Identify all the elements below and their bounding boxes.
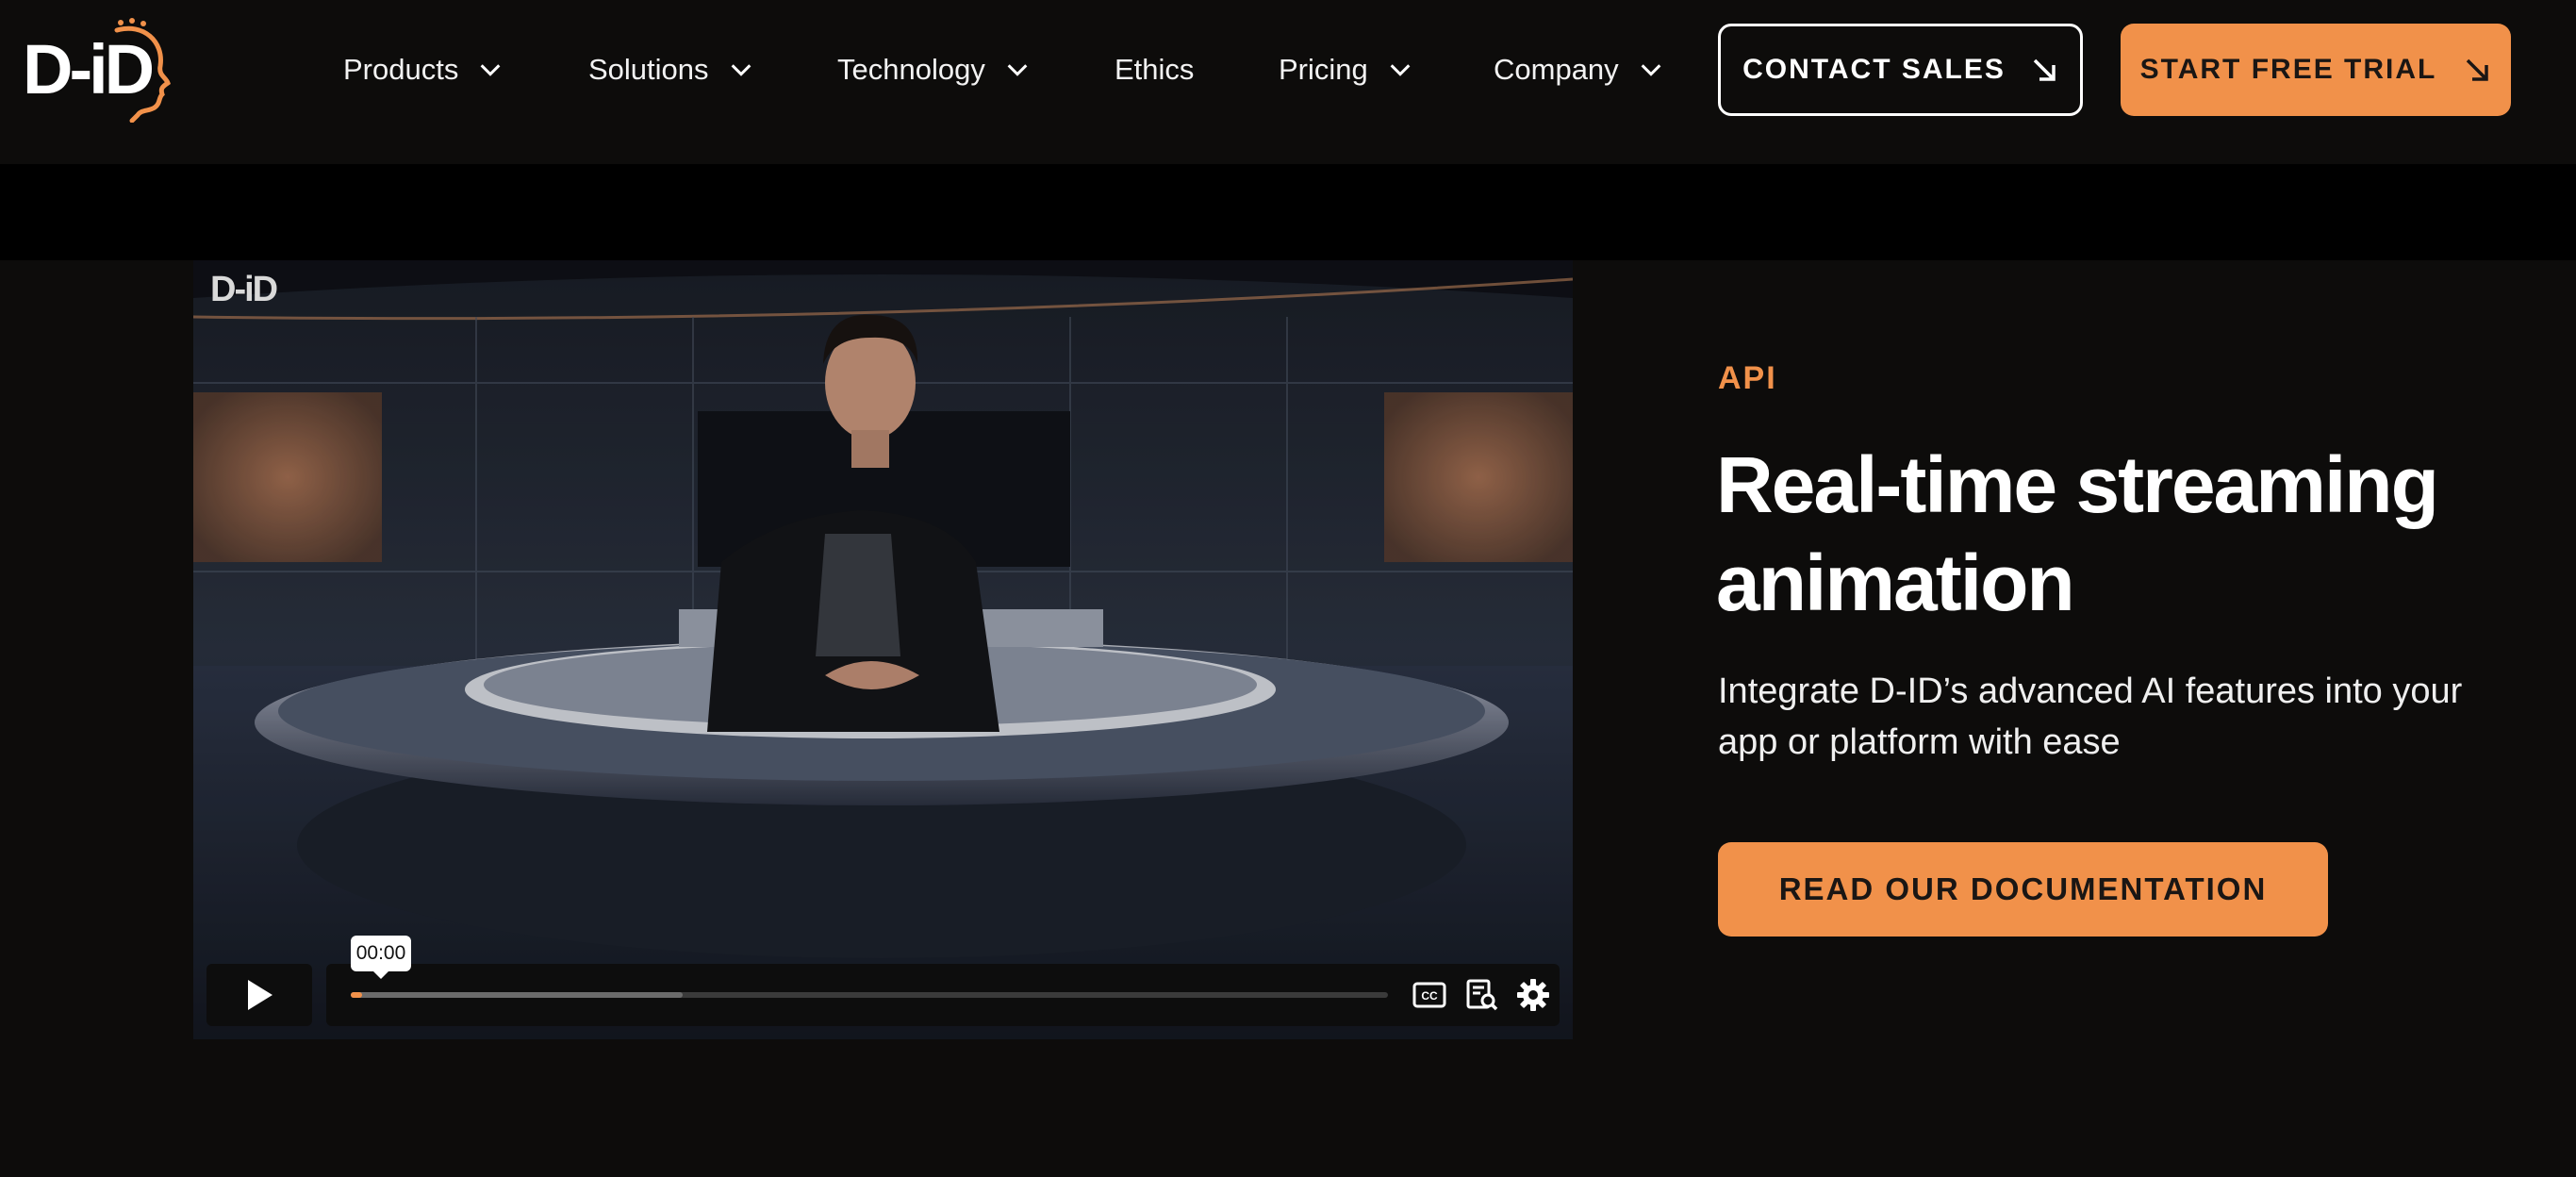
play-button[interactable] [206,964,312,1026]
nav-technology-label: Technology [837,53,985,86]
start-free-trial-label: START FREE TRIAL [2139,54,2437,85]
transcript-search-icon [1466,979,1498,1011]
nav-pricing-label: Pricing [1279,53,1368,86]
d-id-logo[interactable]: D-iD [23,17,171,123]
chevron-down-icon [1390,64,1411,76]
arrow-down-right-icon [2467,58,2489,81]
nav-solutions[interactable]: Solutions [588,43,837,96]
demo-video-player[interactable]: D-iD 00:00 CC [193,260,1573,1039]
nav-products[interactable]: Products [343,43,588,96]
nav-solutions-label: Solutions [588,53,709,86]
hero-description-line-2: app or platform with ease [1718,722,2121,762]
nav-pricing[interactable]: Pricing [1279,43,1494,96]
start-free-trial-button[interactable]: START FREE TRIAL [2121,24,2511,116]
nav-products-label: Products [343,53,459,86]
hero-title: Real-time streaming animation [1716,436,2527,632]
section-eyebrow: API [1718,360,1777,396]
svg-text:CC: CC [1421,989,1438,1003]
video-controls: 00:00 CC [326,936,1560,1026]
read-documentation-label: READ OUR DOCUMENTATION [1778,871,2268,906]
nav-ethics-label: Ethics [1115,53,1195,86]
hero-title-line-2: animation [1716,539,2075,627]
nav-technology[interactable]: Technology [837,43,1115,96]
settings-gear-icon [1517,979,1549,1011]
video-frame-studio-presenter [193,260,1573,1039]
read-documentation-button[interactable]: READ OUR DOCUMENTATION [1718,842,2328,937]
top-navigation: D-iD Products Solutions Technology Ethic… [0,0,2576,164]
logo-head-outline-icon [114,18,171,123]
transcript-search-button[interactable] [1465,978,1499,1012]
chevron-down-icon [1007,64,1028,76]
nav-company-label: Company [1494,53,1619,86]
video-watermark: D-iD [210,270,278,309]
contact-sales-button[interactable]: CONTACT SALES [1718,24,2083,116]
video-progress-track[interactable]: 00:00 [351,936,1388,998]
hero-description: Integrate D-ID’s advanced AI features in… [1718,666,2529,768]
chevron-down-icon [480,64,501,76]
play-icon [248,980,272,1010]
arrow-down-right-icon [2033,58,2056,81]
video-buffered-bar [351,992,683,998]
current-time-tooltip: 00:00 [351,936,411,979]
nav-company[interactable]: Company [1494,43,1682,96]
header-spacer-band [0,164,2576,260]
nav-ethics[interactable]: Ethics [1115,43,1279,96]
hero-title-line-1: Real-time streaming [1716,440,2439,529]
settings-button[interactable] [1516,978,1550,1012]
video-control-bar: 00:00 CC [206,936,1560,1026]
main-menu: Products Solutions Technology Ethics Pri… [343,43,1682,96]
closed-captions-button[interactable]: CC [1412,978,1446,1012]
video-played-bar [351,992,363,998]
chevron-down-icon [1641,64,1661,76]
contact-sales-label: CONTACT SALES [1742,54,2006,85]
closed-captions-icon: CC [1412,982,1446,1008]
chevron-down-icon [731,64,751,76]
hero-description-line-1: Integrate D-ID’s advanced AI features in… [1718,671,2463,711]
